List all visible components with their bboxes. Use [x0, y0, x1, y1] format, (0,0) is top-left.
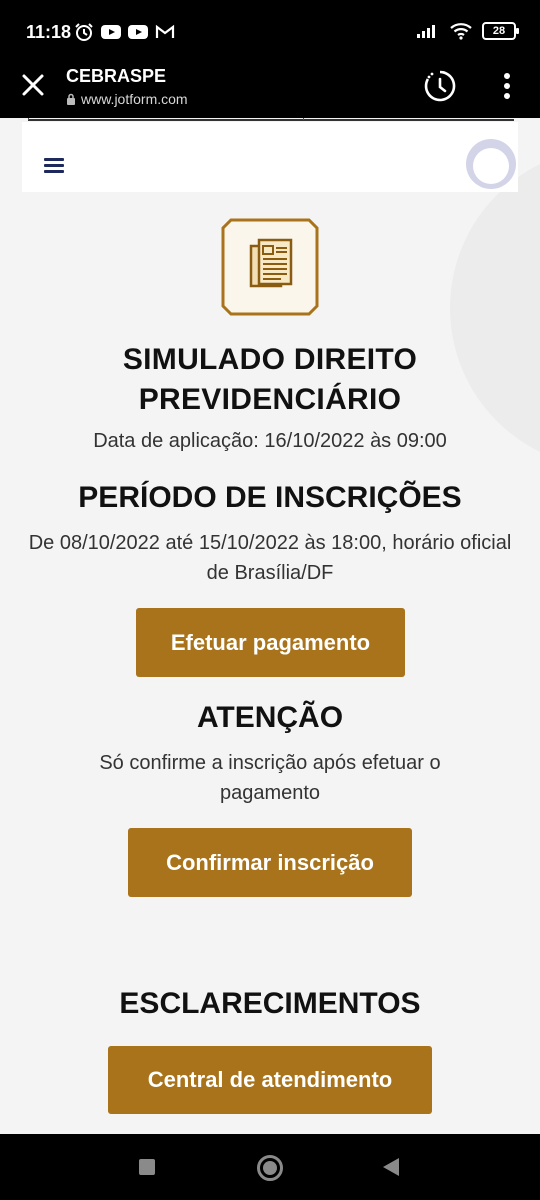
lock-icon	[67, 93, 75, 105]
battery-icon: 28	[482, 22, 519, 40]
status-time: 11:18	[26, 22, 72, 42]
recents-icon[interactable]	[139, 1159, 155, 1175]
support-center-button[interactable]: Central de atendimento	[108, 1046, 432, 1114]
url-text: www.jotform.com	[81, 91, 188, 107]
signal-icon	[417, 25, 435, 38]
system-icons: 28	[416, 22, 519, 40]
menu-icon[interactable]	[44, 158, 64, 174]
more-options-icon[interactable]	[496, 70, 518, 102]
youtube-icon	[128, 25, 148, 39]
confirm-button[interactable]: Confirmar inscrição	[128, 828, 412, 897]
clarifications-heading: ESCLARECIMENTOS	[119, 987, 421, 1020]
notification-icons	[74, 22, 175, 42]
page-content: SIMULADO DIREITO PREVIDENCIÁRIO Data de …	[0, 118, 540, 1134]
period-text: De 08/10/2022 até 15/10/2022 às 18:00, h…	[28, 532, 512, 584]
site-url: www.jotform.com	[66, 91, 188, 107]
site-title: CEBRASPE	[66, 66, 167, 86]
application-date: Data de aplicação: 16/10/2022 às 09:00	[93, 430, 447, 452]
browser-toolbar: CEBRASPE www.jotform.com	[0, 62, 540, 118]
page-title: SIMULADO DIREITO PREVIDENCIÁRIO	[122, 343, 418, 416]
gmail-icon	[155, 24, 175, 38]
background-decoration	[450, 148, 540, 468]
back-icon[interactable]	[383, 1158, 399, 1176]
avatar[interactable]	[466, 139, 516, 189]
form-header	[22, 122, 518, 192]
close-icon[interactable]	[18, 70, 48, 100]
status-bar: 11:18 28	[0, 0, 540, 62]
pay-button[interactable]: Efetuar pagamento	[136, 608, 405, 677]
youtube-icon	[101, 25, 121, 39]
home-icon[interactable]	[257, 1155, 283, 1181]
top-divider	[28, 118, 514, 121]
navigation-bar	[0, 1134, 540, 1200]
period-heading: PERÍODO DE INSCRIÇÕES	[78, 481, 462, 514]
alarm-icon	[75, 23, 93, 41]
wifi-icon	[450, 23, 472, 40]
attention-heading: ATENÇÃO	[196, 701, 344, 734]
document-icon	[221, 218, 319, 316]
history-icon[interactable]	[422, 68, 458, 104]
attention-text: Só confirme a inscrição após efetuar o p…	[99, 752, 441, 804]
